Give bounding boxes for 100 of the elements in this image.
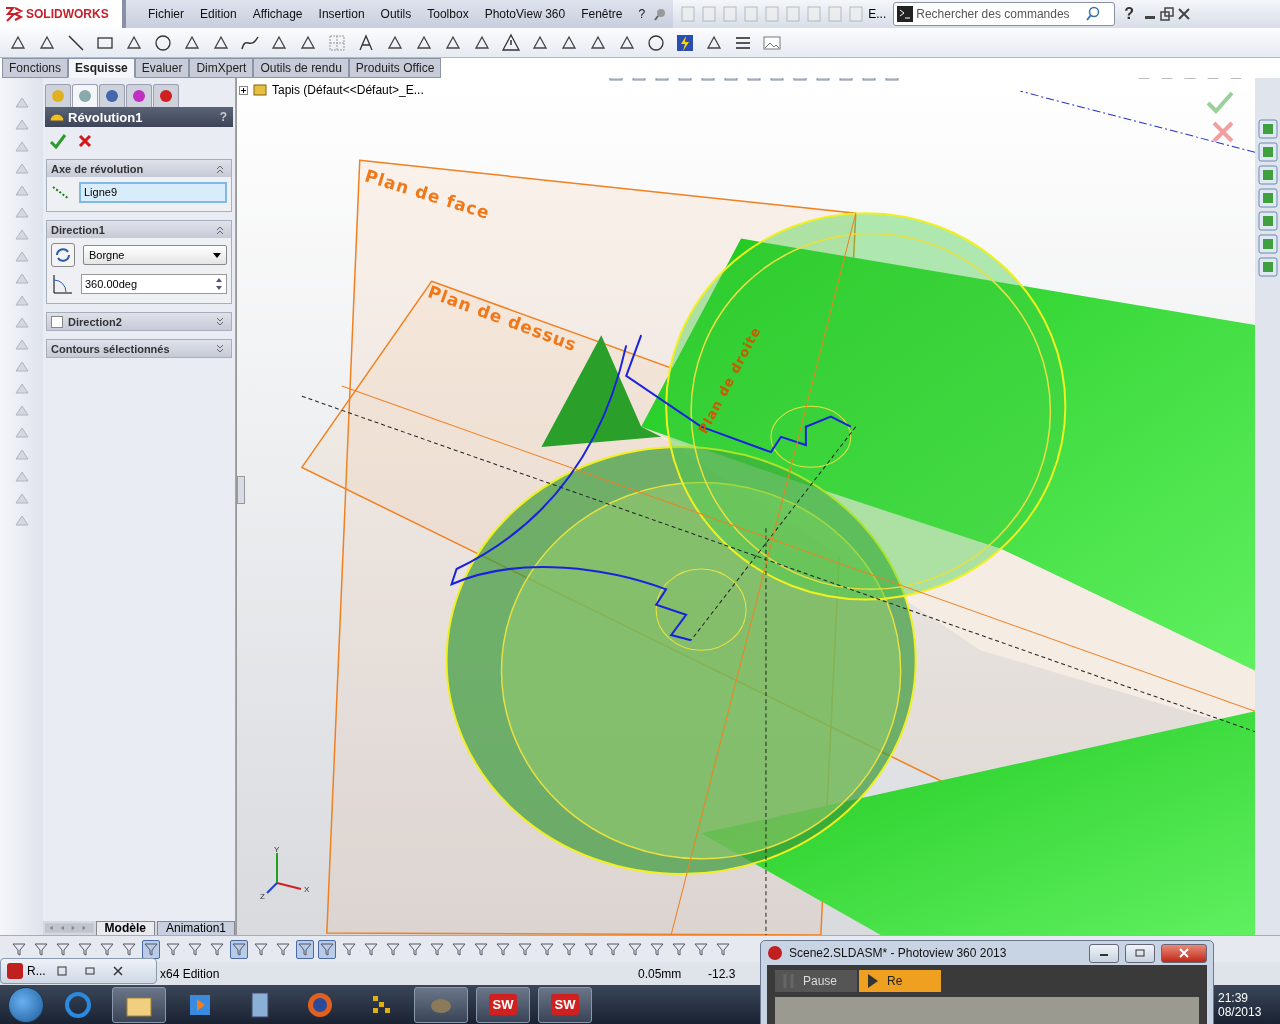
collapse-icon[interactable] [215, 224, 225, 235]
task-pane-icon[interactable] [1257, 234, 1278, 254]
expand-icon[interactable] [215, 316, 225, 327]
taskbar-button[interactable]: SW [538, 986, 592, 1023]
minimize-button[interactable] [1089, 943, 1119, 963]
funnel-icon [12, 942, 26, 956]
dashed-line-icon [51, 184, 71, 201]
grid-tool-icon[interactable] [327, 32, 347, 53]
section-checkbox[interactable] [51, 315, 63, 328]
manager-tab[interactable] [153, 84, 179, 107]
render-control-button[interactable]: Pause [775, 970, 857, 992]
axis-field[interactable]: Ligne9 [79, 182, 227, 203]
play-icon [867, 973, 879, 989]
command-tab[interactable]: Outils de rendu [253, 58, 349, 78]
taskbar-button[interactable] [414, 986, 468, 1023]
manager-tab[interactable] [99, 84, 125, 107]
model-tab[interactable]: Modèle [95, 920, 155, 936]
task-pane-icon[interactable] [1257, 211, 1278, 231]
funnel-icon [452, 942, 466, 956]
revolve-icon [49, 111, 65, 123]
warning-tool-icon[interactable] [501, 32, 521, 53]
selection-filter-button[interactable] [142, 939, 160, 959]
funnel-icon [342, 942, 356, 956]
overflow-label[interactable]: E... [868, 7, 887, 21]
search-box[interactable]: Rechercher des commandes [893, 2, 1116, 26]
close-icon[interactable] [1177, 7, 1191, 21]
command-tab[interactable]: Produits Office [348, 58, 442, 78]
task-pane-icon[interactable] [1257, 257, 1278, 277]
edition-label: x64 Edition [160, 966, 220, 981]
menu-item[interactable]: Edition [192, 7, 245, 21]
command-tab[interactable]: Evaluer [134, 58, 190, 78]
start-button[interactable] [8, 986, 44, 1023]
selection-filter-button[interactable] [318, 939, 336, 959]
assembly-name[interactable]: Tapis (Défaut<<Défaut>_E... [272, 83, 424, 97]
manager-tab-icon [50, 88, 66, 104]
confirm-check-icon[interactable] [1205, 90, 1235, 114]
ok-check-icon[interactable] [49, 133, 67, 149]
expand-plus-icon[interactable] [239, 85, 248, 95]
funnel-icon [606, 942, 620, 956]
search-icon [1085, 6, 1102, 22]
pin-icon[interactable] [653, 7, 668, 21]
funnel-icon [232, 942, 246, 956]
cancel-x-icon[interactable] [1211, 120, 1235, 144]
funnel-icon [716, 942, 730, 956]
render-control-button[interactable]: Re [859, 970, 941, 992]
angle-field[interactable]: 360.00deg [81, 274, 227, 294]
funnel-icon [672, 942, 686, 956]
scroll-arrows-icon[interactable] [45, 922, 94, 934]
cancel-x-icon[interactable] [77, 133, 93, 149]
menu-item[interactable]: Affichage [244, 7, 311, 21]
collapse-icon[interactable] [215, 163, 225, 174]
app-icon [7, 963, 23, 979]
window-label[interactable]: R... [27, 964, 46, 978]
manager-tab-icon [158, 88, 174, 104]
spin-arrows-icon[interactable] [214, 276, 224, 292]
menu-item[interactable]: ? [630, 7, 654, 21]
end-condition-dropdown[interactable]: Borgne [83, 245, 227, 265]
menu-item[interactable]: Toolbox [419, 7, 477, 21]
selection-filter-button[interactable] [296, 939, 314, 959]
maximize-button[interactable] [1125, 943, 1155, 963]
reverse-direction-button[interactable] [51, 243, 75, 267]
funnel-icon [122, 942, 136, 956]
funnel-icon [166, 942, 180, 956]
funnel-icon [276, 942, 290, 956]
task-pane-icon[interactable] [1257, 142, 1278, 162]
line-tool-icon[interactable] [66, 32, 86, 53]
command-tab[interactable]: DimXpert [189, 58, 254, 78]
task-pane-icon[interactable] [1257, 119, 1278, 139]
funnel-icon [540, 942, 554, 956]
taskbar-button[interactable]: SW [476, 986, 530, 1023]
model-tab[interactable]: Animation1 [156, 920, 235, 936]
menu-item[interactable]: Insertion [310, 7, 373, 21]
task-pane-icon[interactable] [1257, 165, 1278, 185]
command-tab[interactable]: Esquisse [68, 58, 135, 78]
funnel-icon [298, 942, 312, 956]
circle-tool-icon[interactable] [153, 32, 173, 53]
command-tab[interactable]: Fonctions [2, 58, 69, 78]
selection-filter-button[interactable] [230, 939, 248, 959]
funnel-icon [650, 942, 664, 956]
circle-tool-icon[interactable] [646, 32, 666, 53]
menu-item[interactable]: Fenêtre [573, 7, 631, 21]
menu-item[interactable]: PhotoView 360 [476, 7, 574, 21]
help-button[interactable]: ? [1118, 5, 1140, 23]
taskbar-button[interactable] [112, 986, 166, 1023]
logo-icon [4, 6, 24, 22]
restore-icon[interactable] [1160, 7, 1174, 21]
manager-tab[interactable] [126, 84, 152, 107]
panel-grip[interactable] [237, 476, 245, 504]
plane-label: Plan de face [362, 165, 493, 224]
manager-tab[interactable] [72, 84, 98, 107]
clock-text: 08/2013 [1218, 1004, 1263, 1019]
window-title: Scene2.SLDASM* - Photoview 360 2013 [789, 946, 1007, 960]
close-icon [1179, 948, 1189, 958]
menu-item[interactable]: Outils [372, 7, 420, 21]
menu-item[interactable]: Fichier [140, 7, 192, 21]
expand-icon[interactable] [215, 343, 225, 354]
close-button[interactable] [1161, 943, 1207, 963]
help-button[interactable]: ? [219, 110, 227, 124]
bolt-tool-icon[interactable] [675, 32, 695, 53]
task-pane-icon[interactable] [1257, 188, 1278, 208]
